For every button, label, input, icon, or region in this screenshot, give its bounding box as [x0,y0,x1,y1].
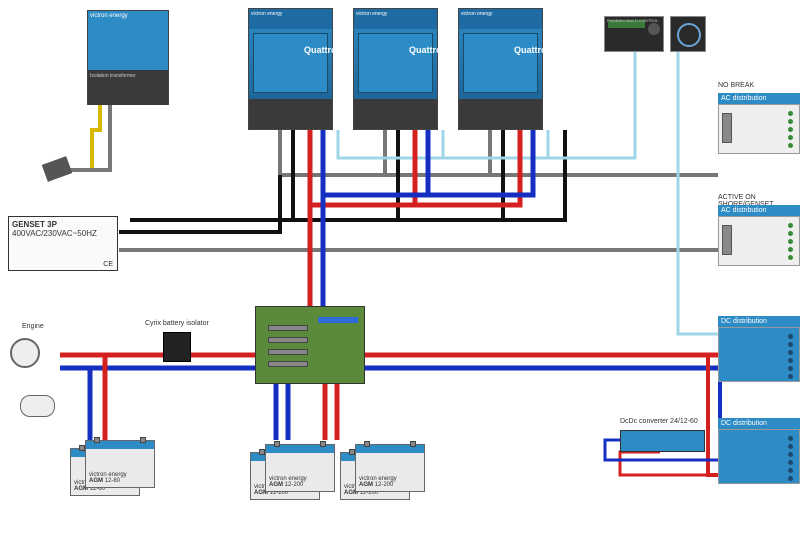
alternator-icon [10,338,58,378]
brand-label: victron energy [356,11,387,17]
lynx-busbar [255,306,365,384]
brand-label: victron energy [251,11,282,17]
house-battery-4: victron energyAGM 12-200 [355,444,425,492]
brand-label: victron energy [461,11,492,17]
genset-rating: 400VAC/230VAC~50HZ [12,229,114,238]
transformer-label: Isolation transformer [90,73,166,79]
starter-motor-icon [20,395,55,417]
quattro-unit-1: victron energy Quattro [248,8,333,130]
section-no-break: NO BREAK [718,82,754,89]
quattro-name: Quattro [409,45,442,55]
brand-label: victron energy [88,11,168,21]
genset-box: GENSET 3P 400VAC/230VAC~50HZ CE [8,216,118,271]
ac-dist-label: AC distribution [718,205,800,216]
quattro-unit-3: victron energy Quattro [458,8,543,130]
dc-distribution-1: DC distribution [718,316,800,382]
cyrix-isolator [163,332,191,362]
house-battery-2: victron energyAGM 12-200 [265,444,335,492]
dcdc-label: DcDc converter 24/12-60 [620,418,698,425]
quattro-name: Quattro [304,45,337,55]
cyrix-label: Cyrix battery isolator [145,320,209,327]
breaker-icon [722,225,732,255]
ce-mark: CE [103,261,113,268]
dc-distribution-2: DC distribution [718,418,800,484]
batt-rating: 12-80 [105,478,120,484]
dc-dist-label: DC distribution [718,418,800,429]
quattro-unit-2: victron energy Quattro [353,8,438,130]
quattro-name: Quattro [514,45,547,55]
multi-control-panel: PHOENIX MULTI CONTROL [604,16,664,52]
dc-dist-label: DC distribution [718,316,800,327]
ac-dist-label: AC distribution [718,93,800,104]
batt-model: AGM [89,478,103,484]
breaker-icon [722,113,732,143]
ac-distribution-nobreak: AC distribution [718,93,800,154]
genset-title: GENSET 3P [12,220,114,229]
shore-plug-icon [42,156,73,182]
engine-label: Engine [22,323,44,330]
dcdc-converter [620,430,705,452]
ac-distribution-shore: AC distribution [718,205,800,266]
starter-battery-2: victron energyAGM 12-80 [85,440,155,488]
isolation-transformer: victron energy Isolation transformer [87,10,169,105]
bmv-panel [670,16,706,52]
panel-label: PHOENIX MULTI CONTROL [607,18,659,23]
